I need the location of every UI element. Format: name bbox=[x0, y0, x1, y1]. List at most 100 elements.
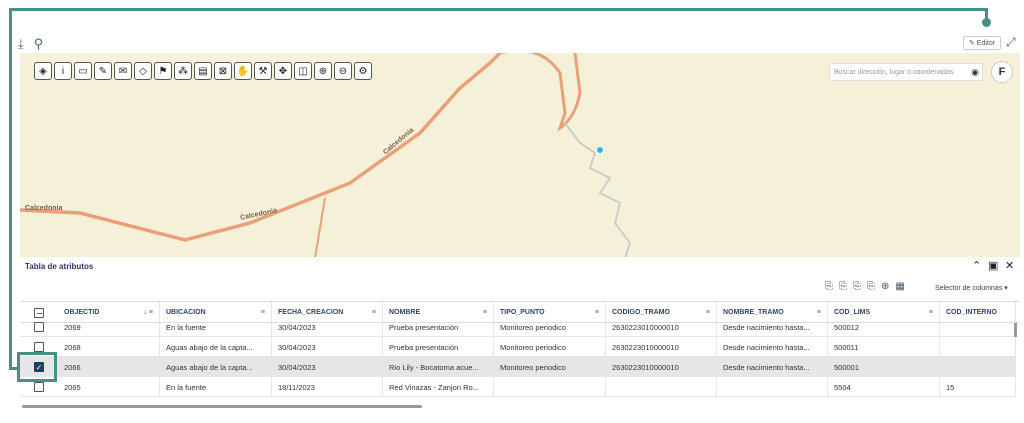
annotation-line-left bbox=[9, 8, 12, 370]
collapse-icon[interactable]: ⌃ bbox=[972, 259, 981, 272]
annotation-highlight-box bbox=[17, 352, 57, 382]
editor-button[interactable]: ✎ Editor bbox=[963, 36, 1001, 50]
table-cell: 18/11/2023 bbox=[272, 377, 383, 397]
table-cell: En la fuente bbox=[160, 323, 272, 337]
fullscreen-icon[interactable]: ⤢ bbox=[1006, 35, 1016, 50]
map-icon[interactable]: ⊠ bbox=[214, 62, 232, 80]
row-checkbox[interactable] bbox=[34, 322, 44, 332]
table-cell: 5504 bbox=[828, 377, 940, 397]
table-cell: 500011 bbox=[828, 337, 940, 357]
split-icon[interactable]: ◫ bbox=[294, 62, 312, 80]
table-cell bbox=[494, 377, 606, 397]
table-cell: Monitoreo periodico bbox=[494, 337, 606, 357]
select-all-checkbox[interactable] bbox=[34, 308, 44, 318]
table-cell: Rio Lily - Bocatoma acue... bbox=[383, 357, 494, 377]
table-cell: Monitoreo periodico bbox=[494, 323, 606, 337]
table-cell: Desde nacimiento hasta... bbox=[717, 337, 828, 357]
table-row[interactable]: 2069 En la fuente 30/04/2023 Prueba present… bbox=[20, 322, 1016, 337]
search-placeholder: Buscar dirección, lugar o coordenadas bbox=[834, 69, 954, 76]
hand-icon[interactable]: ✋ bbox=[234, 62, 252, 80]
zoom-in-icon[interactable]: ⊕ bbox=[314, 62, 332, 80]
table-cell: Prueba presentación bbox=[383, 337, 494, 357]
location-pin-icon[interactable]: ⚲ bbox=[34, 36, 44, 52]
map-toolbar: ◈ i ▭ ✎ ✉ ◇ ⚑ ⁂ ▤ ⊠ ✋ ⚒ ✥ ◫ ⊕ ⊖ ⚙ bbox=[34, 62, 372, 80]
table-cell bbox=[717, 377, 828, 397]
table-cell: Aguas abajo de la capta... bbox=[160, 337, 272, 357]
table-cell bbox=[940, 337, 1016, 357]
attribute-table-panel: Tabla de atributos ⌃ ▣ ✕ ⎘ ⎘ ⎘ ⎘ ⊕ ▦ Sel… bbox=[20, 257, 1020, 413]
table-cell: Monitoreo periodico bbox=[494, 357, 606, 377]
table-cell: Desde nacimiento hasta... bbox=[717, 357, 828, 377]
layers-icon[interactable]: ◈ bbox=[34, 62, 52, 80]
column-selector[interactable]: Selector de columnas ▾ bbox=[935, 284, 1008, 292]
row-checkbox[interactable] bbox=[34, 382, 44, 392]
table-row[interactable]: 2065 En la fuente 18/11/2023 Red Vinazas - … bbox=[20, 377, 1016, 397]
table-cell: 2069 bbox=[58, 323, 160, 337]
table-cell: 2065 bbox=[58, 377, 160, 397]
table-cell: 2068 bbox=[58, 337, 160, 357]
search-input[interactable]: Buscar dirección, lugar o coordenadas ◉ bbox=[829, 63, 983, 81]
settings-icon[interactable]: ⚙ bbox=[354, 62, 372, 80]
column-header[interactable]: COD_LIMS ≡ bbox=[828, 302, 940, 324]
table-cell bbox=[606, 377, 717, 397]
vertical-scrollbar[interactable] bbox=[1014, 323, 1017, 337]
table-header: OBJECTID ↓ ≡ UBICACION ≡ FECHA_CREACION ≡ N… bbox=[20, 301, 1020, 324]
info-icon[interactable]: i bbox=[54, 62, 72, 80]
zoom-to-icon[interactable]: ⊕ bbox=[881, 281, 889, 292]
table-cell bbox=[940, 323, 1016, 337]
table-cell: 2630223010000010 bbox=[606, 323, 717, 337]
table-cell: 2630223010000010 bbox=[606, 357, 717, 377]
annotation-line-top bbox=[9, 8, 988, 11]
eraser-icon[interactable]: ◇ bbox=[134, 62, 152, 80]
table-cell: Red Vinazas - Zanjon Ro... bbox=[383, 377, 494, 397]
download-icon[interactable]: ⤓ bbox=[18, 36, 24, 52]
column-header[interactable]: UBICACION ≡ bbox=[160, 302, 272, 324]
table-row[interactable]: 2068 Aguas abajo de la capta... 30/04/2023… bbox=[20, 337, 1016, 357]
move-icon[interactable]: ✥ bbox=[274, 62, 292, 80]
tools-icon[interactable]: ⚒ bbox=[254, 62, 272, 80]
column-selector-label: Selector de columnas bbox=[935, 285, 1003, 292]
export-xls-icon[interactable]: ⎘ bbox=[853, 281, 861, 292]
column-header[interactable]: CODIGO_TRAMO ≡ bbox=[606, 302, 717, 324]
table-cell: 15 bbox=[940, 377, 1016, 397]
pencil-icon[interactable]: ✎ bbox=[94, 62, 112, 80]
f-button[interactable]: F bbox=[991, 61, 1013, 83]
export-icon[interactable]: ⎘ bbox=[825, 281, 833, 292]
columns-icon[interactable]: ▦ bbox=[895, 281, 904, 292]
horizontal-scrollbar[interactable] bbox=[22, 405, 422, 408]
table-row[interactable]: ✓ 2066 Aguas abajo de la capta... 30/04/202… bbox=[20, 357, 1016, 377]
export-csv-icon[interactable]: ⎘ bbox=[839, 281, 847, 292]
flag-icon[interactable]: ⚑ bbox=[154, 62, 172, 80]
table-cell: 2066 bbox=[58, 357, 160, 377]
editor-label: Editor bbox=[976, 39, 996, 47]
column-header[interactable]: TIPO_PUNTO ≡ bbox=[494, 302, 606, 324]
table-cell: 500012 bbox=[828, 323, 940, 337]
pencil-icon: ✎ bbox=[968, 40, 975, 47]
close-icon[interactable]: ✕ bbox=[1005, 259, 1014, 272]
panel-title: Tabla de atributos bbox=[25, 262, 94, 271]
table-cell: 2630223010000010 bbox=[606, 337, 717, 357]
table-cell: Prueba presentación bbox=[383, 323, 494, 337]
row-checkbox[interactable] bbox=[34, 342, 44, 352]
column-header[interactable]: NOMBRE ≡ bbox=[383, 302, 494, 324]
table-cell: 30/04/2023 bbox=[272, 323, 383, 337]
comment-icon[interactable]: ✉ bbox=[114, 62, 132, 80]
column-header[interactable]: NOMBRE_TRAMO ≡ bbox=[717, 302, 828, 324]
table-cell: 30/04/2023 bbox=[272, 357, 383, 377]
column-header[interactable]: FECHA_CREACION ≡ bbox=[272, 302, 383, 324]
zoom-out-icon[interactable]: ⊖ bbox=[334, 62, 352, 80]
ruler-icon[interactable]: ▭ bbox=[74, 62, 92, 80]
network-icon[interactable]: ⁂ bbox=[174, 62, 192, 80]
table-cell: 30/04/2023 bbox=[272, 337, 383, 357]
eye-icon[interactable]: ◉ bbox=[971, 67, 979, 78]
maximize-icon[interactable]: ▣ bbox=[988, 259, 998, 272]
table-cell: En la fuente bbox=[160, 377, 272, 397]
map-view[interactable]: Calcedonia Calcedonia Calcedonia ◈ i ▭ ✎… bbox=[20, 53, 1020, 258]
table-cell: Aguas abajo de la capta... bbox=[160, 357, 272, 377]
column-header[interactable]: COD_INTERNO bbox=[940, 302, 1016, 324]
column-header[interactable]: OBJECTID ↓ ≡ bbox=[58, 302, 160, 324]
table-cell: 500001 bbox=[828, 357, 940, 377]
print-icon[interactable]: ▤ bbox=[194, 62, 212, 80]
export-pdf-icon[interactable]: ⎘ bbox=[867, 281, 875, 292]
annotation-dot bbox=[982, 18, 991, 27]
